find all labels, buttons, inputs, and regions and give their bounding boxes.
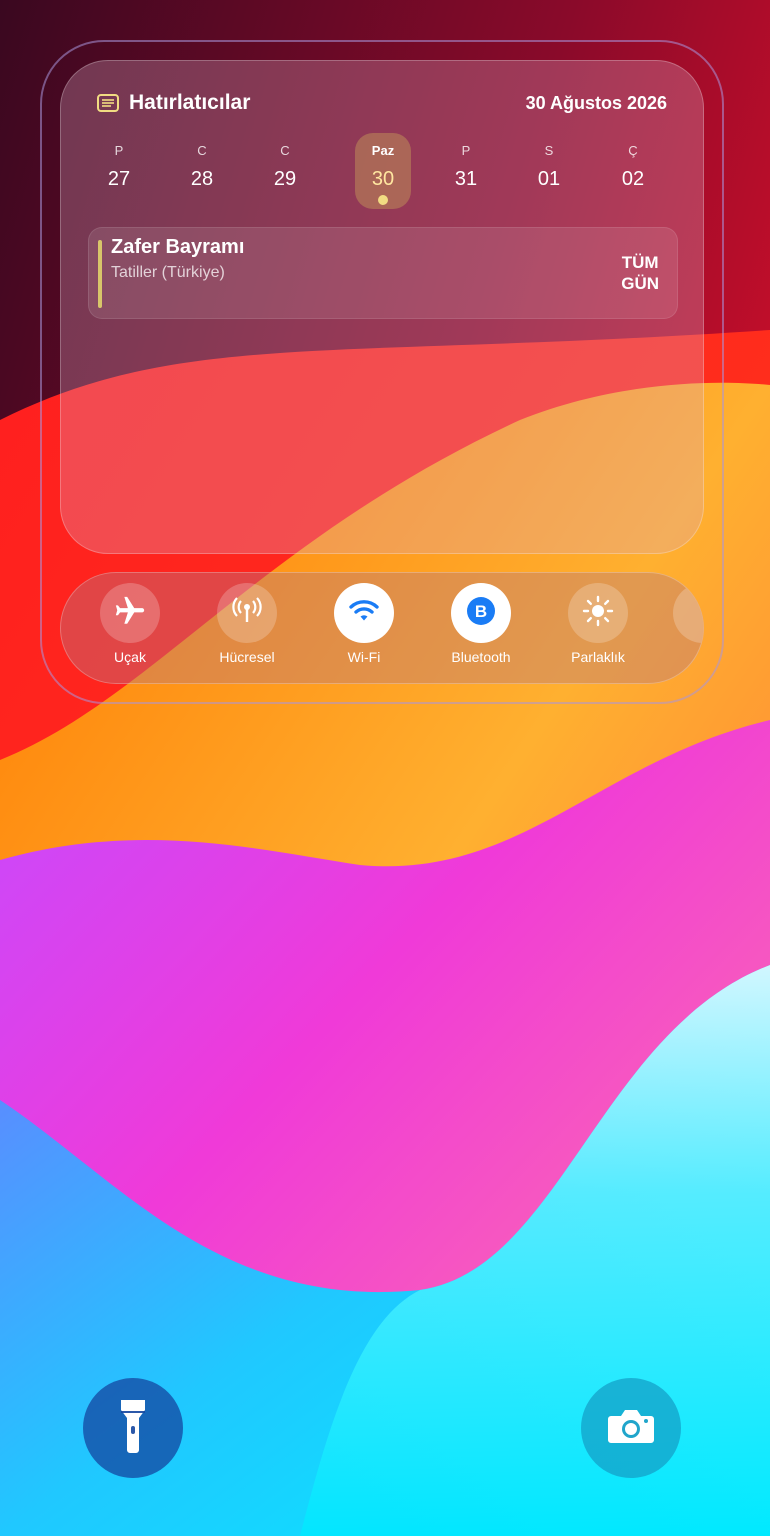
control-label: Hücresel — [219, 649, 275, 665]
event-color-bar — [98, 240, 102, 308]
airplane-mode-toggle[interactable]: Uçak — [75, 583, 185, 665]
control-label: Uçak — [114, 649, 146, 665]
wifi-toggle[interactable]: Wi-Fi — [309, 583, 419, 665]
all-day-line-1: TÜM — [621, 253, 659, 272]
day-letter: Ç — [628, 143, 638, 158]
day-letter: P — [114, 143, 124, 158]
day-number: 31 — [454, 168, 478, 190]
cellular-icon — [230, 594, 264, 633]
day-29[interactable]: C 29 — [257, 133, 313, 209]
cellular-button[interactable] — [217, 583, 277, 643]
day-letter: Paz — [371, 143, 395, 158]
reminders-icon — [97, 94, 119, 112]
day-28[interactable]: C 28 — [174, 133, 230, 209]
event-title: Zafer Bayramı — [111, 236, 245, 258]
control-label: Parlaklık — [571, 649, 625, 665]
cellular-toggle[interactable]: Hücresel — [192, 583, 302, 665]
week-strip: P 27 C 28 C 29 Paz 30 P 31 S 01 Ç 02 — [91, 133, 675, 209]
bluetooth-icon: B — [464, 594, 498, 633]
day-number: 29 — [273, 168, 297, 190]
widget-date: 30 Ağustos 2026 — [525, 93, 667, 113]
camera-button[interactable] — [581, 1378, 681, 1478]
airplane-icon — [113, 594, 147, 633]
event-dot — [378, 195, 388, 205]
day-31[interactable]: P 31 — [438, 133, 494, 209]
flashlight-icon — [118, 1398, 148, 1459]
day-30-selected[interactable]: Paz 30 — [355, 133, 411, 209]
svg-text:B: B — [475, 602, 487, 621]
all-day-line-2: GÜN — [621, 274, 659, 293]
reminders-widget[interactable]: Hatırlatıcılar 30 Ağustos 2026 P 27 C 28… — [60, 60, 704, 554]
day-number: 30 — [371, 168, 395, 190]
wifi-button[interactable] — [334, 583, 394, 643]
day-number: 28 — [190, 168, 214, 190]
all-day-label: TÜM GÜN — [621, 252, 659, 294]
day-letter: C — [280, 143, 290, 158]
widget-header: Hatırlatıcılar — [97, 91, 250, 115]
day-letter: C — [197, 143, 207, 158]
day-01[interactable]: S 01 — [521, 133, 577, 209]
control-label: Wi-Fi — [347, 649, 381, 665]
day-number: 27 — [107, 168, 131, 190]
brightness-icon — [581, 594, 615, 633]
flashlight-button[interactable] — [83, 1378, 183, 1478]
bluetooth-toggle[interactable]: B Bluetooth — [426, 583, 536, 665]
day-02[interactable]: Ç 02 — [605, 133, 661, 209]
day-number: 02 — [621, 168, 645, 190]
day-number: 01 — [537, 168, 561, 190]
event-calendar: Tatiller (Türkiye) — [111, 264, 225, 281]
day-letter: P — [461, 143, 471, 158]
camera-icon — [607, 1408, 655, 1449]
airplane-button[interactable] — [100, 583, 160, 643]
day-27[interactable]: P 27 — [91, 133, 147, 209]
brightness-button[interactable] — [568, 583, 628, 643]
bluetooth-button[interactable]: B — [451, 583, 511, 643]
connectivity-controls: Uçak Hücresel Wi-Fi B Bluetooth Parlaklı… — [60, 572, 704, 684]
brightness-control[interactable]: Parlaklık — [543, 583, 653, 665]
next-control-partial[interactable] — [673, 583, 703, 643]
day-letter: S — [544, 143, 554, 158]
event-card[interactable]: Zafer Bayramı Tatiller (Türkiye) TÜM GÜN — [88, 227, 678, 319]
widget-title: Hatırlatıcılar — [129, 91, 251, 114]
control-label: Bluetooth — [451, 649, 511, 665]
wifi-icon — [347, 594, 381, 633]
